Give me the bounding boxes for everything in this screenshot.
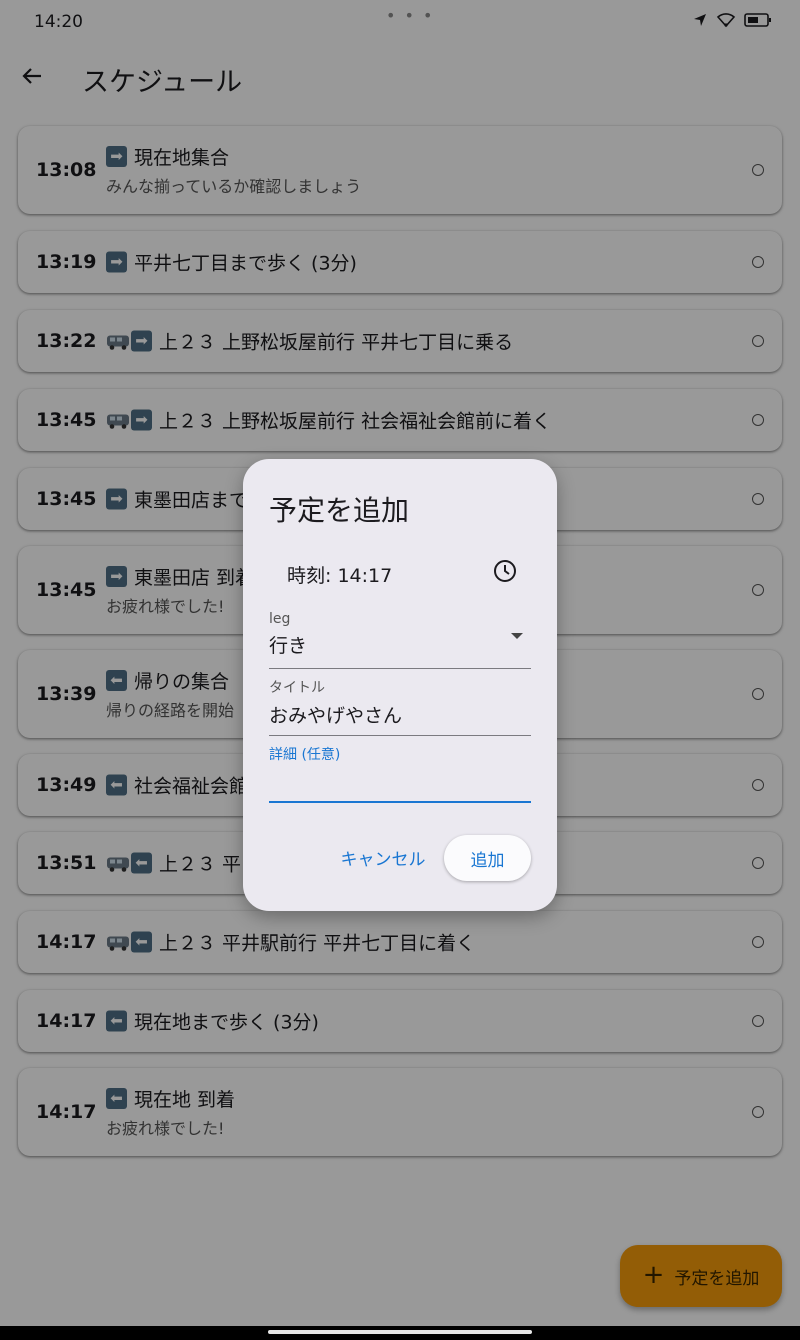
cancel-button[interactable]: キャンセル	[333, 835, 433, 879]
schedule-screen: 14:20 • • • スケジュール 13:08 ➡ 現在地集合 みんな揃っている…	[0, 0, 800, 1340]
leg-label: leg	[269, 611, 291, 627]
leg-value: 行き	[269, 635, 308, 657]
detail-field[interactable]: 詳細 (任意)	[269, 744, 531, 803]
title-field[interactable]: タイトル おみやげやさん	[269, 677, 531, 736]
title-field-value: おみやげやさん	[269, 705, 403, 727]
navigation-bar	[0, 1326, 800, 1340]
time-label: 時刻: 14:17	[287, 565, 393, 587]
home-handle[interactable]	[268, 1330, 532, 1334]
add-button[interactable]: 追加	[444, 835, 531, 881]
clock-button[interactable]	[491, 557, 519, 585]
time-picker-row[interactable]: 時刻: 14:17	[269, 549, 531, 593]
title-field-label: タイトル	[269, 680, 325, 696]
add-schedule-dialog: 予定を追加 時刻: 14:17 leg 行き タイトル おみやげやさん 詳細 (…	[243, 459, 557, 911]
detail-field-label: 詳細 (任意)	[269, 747, 341, 763]
leg-dropdown[interactable]: leg 行き	[269, 611, 531, 669]
clock-icon	[494, 560, 516, 582]
dropdown-arrow-icon	[511, 633, 523, 639]
dialog-title: 予定を追加	[269, 494, 410, 527]
